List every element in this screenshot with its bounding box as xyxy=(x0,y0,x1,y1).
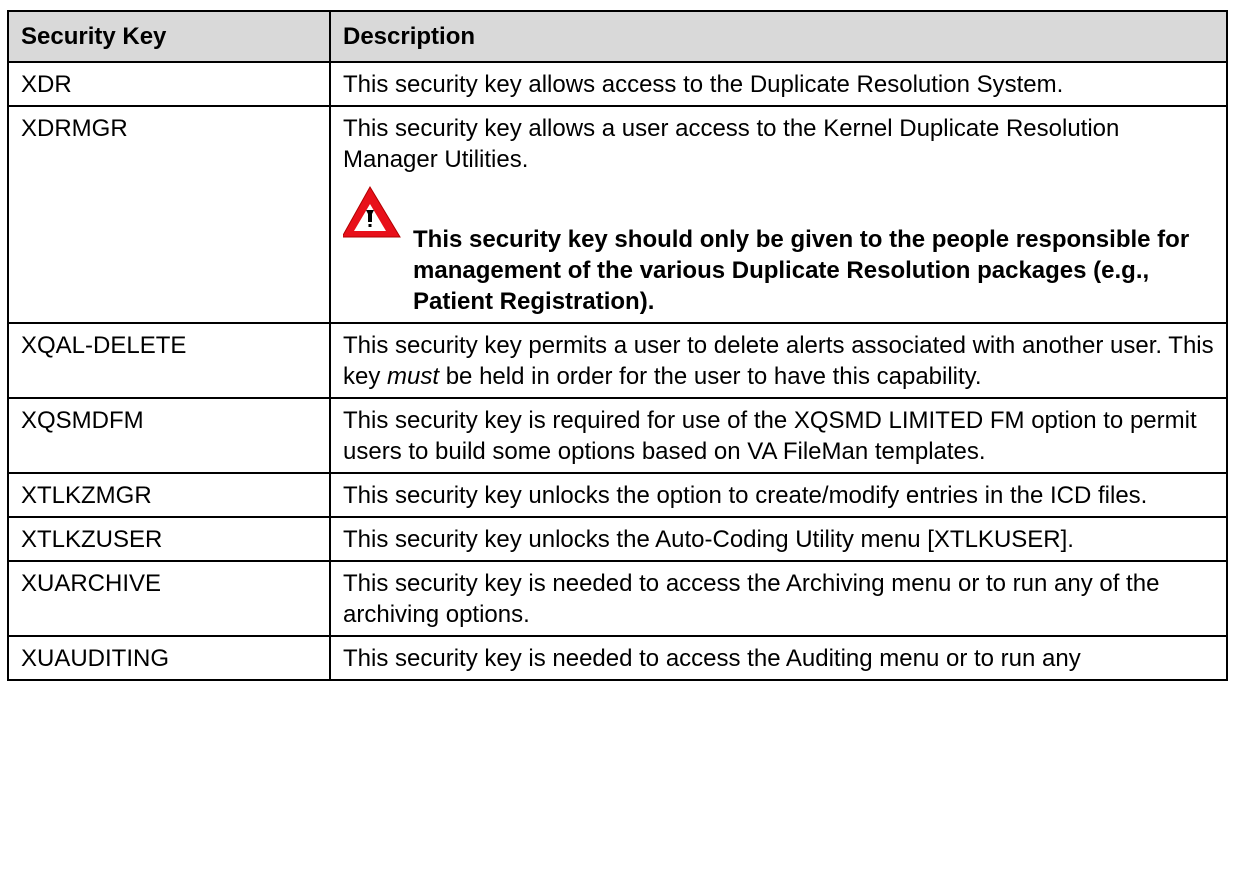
key-cell: XDRMGR xyxy=(7,105,331,324)
table-row: XQSMDFM This security key is required fo… xyxy=(7,397,1228,474)
key-cell: XTLKZMGR xyxy=(7,472,331,518)
table-header-row: Security Key Description xyxy=(7,10,1228,63)
table-row: XTLKZMGR This security key unlocks the o… xyxy=(7,472,1228,518)
caution-note-text: This security key should only be given t… xyxy=(413,226,1190,315)
header-description: Description xyxy=(329,10,1228,63)
description-cell: This security key permits a user to dele… xyxy=(329,322,1228,399)
description-cell: This security key is needed to access th… xyxy=(329,560,1228,637)
description-cell: This security key allows a user access t… xyxy=(329,105,1228,324)
description-cell: This security key is needed to access th… xyxy=(329,635,1228,681)
table-row: XQAL-DELETE This security key permits a … xyxy=(7,322,1228,399)
key-cell: XDR xyxy=(7,61,331,107)
table-row: XDR This security key allows access to t… xyxy=(7,61,1228,107)
table-row: XUAUDITING This security key is needed t… xyxy=(7,635,1228,681)
description-cell: This security key is required for use of… xyxy=(329,397,1228,474)
document-page: Security Key Description XDR This securi… xyxy=(0,0,1253,870)
caution-note: This security key should only be given t… xyxy=(343,185,1214,317)
header-security-key: Security Key xyxy=(7,10,331,63)
description-cell: This security key unlocks the Auto-Codin… xyxy=(329,516,1228,562)
table-row: XTLKZUSER This security key unlocks the … xyxy=(7,516,1228,562)
table-row: XUARCHIVE This security key is needed to… xyxy=(7,560,1228,637)
key-cell: XQAL-DELETE xyxy=(7,322,331,399)
key-cell: XTLKZUSER xyxy=(7,516,331,562)
description-text-end: be held in order for the user to have th… xyxy=(439,363,982,390)
key-cell: XUAUDITING xyxy=(7,635,331,681)
description-cell: This security key allows access to the D… xyxy=(329,61,1228,107)
key-cell: XQSMDFM xyxy=(7,397,331,474)
security-keys-table: Security Key Description XDR This securi… xyxy=(7,10,1228,681)
description-cell: This security key unlocks the option to … xyxy=(329,472,1228,518)
description-text: This security key allows a user access t… xyxy=(343,115,1120,173)
key-cell: XUARCHIVE xyxy=(7,560,331,637)
table-row: XDRMGR This security key allows a user a… xyxy=(7,105,1228,324)
warning-icon xyxy=(343,186,401,238)
description-emphasis: must xyxy=(387,363,440,390)
